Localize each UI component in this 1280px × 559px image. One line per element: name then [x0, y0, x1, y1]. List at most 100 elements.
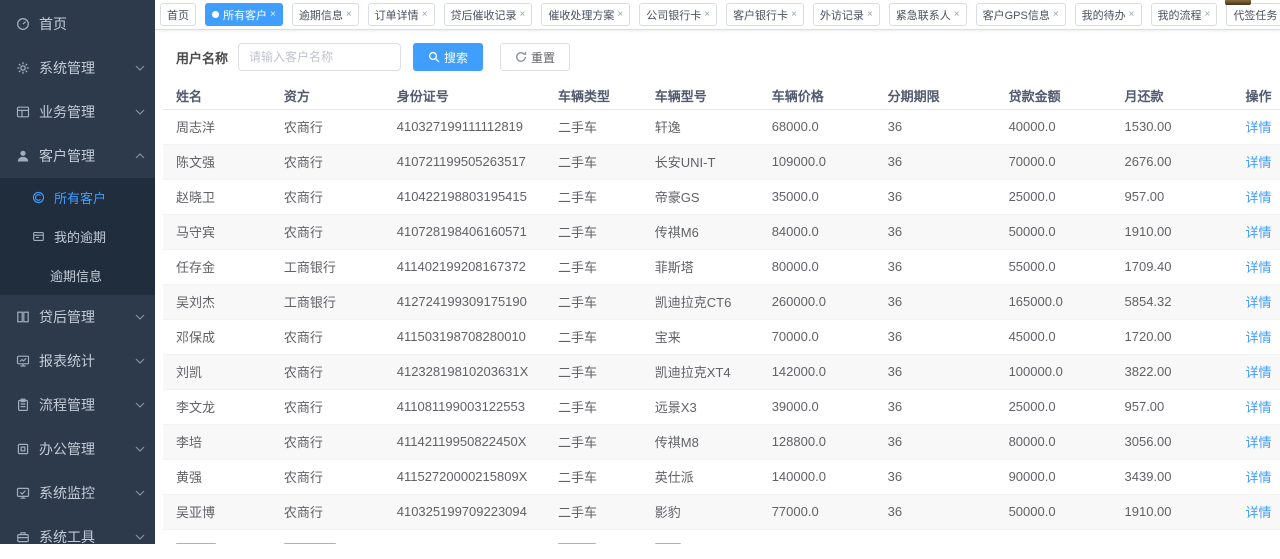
tab[interactable]: 客户GPS信息× [976, 3, 1066, 26]
cell-vehicle-type: 二手车 [545, 459, 642, 494]
office-icon [15, 441, 31, 457]
tab-label: 首页 [167, 7, 189, 23]
cell-loan-amount: 100000.0 [996, 354, 1112, 389]
close-icon[interactable]: × [1053, 10, 1059, 20]
sidebar-item-system-tools[interactable]: 系统工具 [0, 515, 155, 559]
detail-link[interactable]: 详情 [1245, 120, 1271, 135]
cell-name: 任存金 [163, 249, 271, 284]
sidebar-item-system-mgmt[interactable]: 系统管理 [0, 46, 155, 90]
sidebar-item-label: 流程管理 [39, 395, 135, 415]
cell-id-number: 410325199709223094 [384, 494, 545, 529]
cell-action: 详情 [1232, 179, 1280, 214]
close-icon[interactable]: × [954, 10, 960, 20]
tab[interactable]: 客户银行卡× [726, 3, 804, 26]
detail-link[interactable]: 详情 [1245, 505, 1271, 520]
tab[interactable]: 我的待办× [1075, 3, 1142, 26]
cell-id-number: 411081199003122553 [384, 389, 545, 424]
cell-vehicle-price: 39000.0 [759, 389, 875, 424]
cell-action: 详情 [1232, 459, 1280, 494]
detail-link[interactable]: 详情 [1245, 190, 1271, 205]
close-icon[interactable]: × [422, 10, 428, 20]
cell-funder: 农商行 [271, 354, 384, 389]
detail-link[interactable]: 详情 [1245, 435, 1271, 450]
sidebar-item-all-customers[interactable]: 所有客户 [0, 178, 155, 217]
detail-link[interactable]: 详情 [1245, 260, 1271, 275]
tab[interactable]: 订单详情× [368, 3, 435, 26]
cell-funder: 农商行 [271, 319, 384, 354]
detail-link[interactable]: 详情 [1245, 155, 1271, 170]
sidebar-item-system-monitor[interactable]: 系统监控 [0, 471, 155, 515]
sidebar-item-office-mgmt[interactable]: 办公管理 [0, 427, 155, 471]
tab[interactable]: 外访记录× [813, 3, 880, 26]
detail-link[interactable]: 详情 [1245, 295, 1271, 310]
cell-vehicle-model: 宝来 [642, 319, 759, 354]
detail-link[interactable]: 详情 [1245, 225, 1271, 240]
dashboard-icon [15, 16, 31, 32]
cell-loan-amount: 50000.0 [996, 214, 1112, 249]
sidebar-item-customer-mgmt[interactable]: 客户管理 [0, 134, 155, 178]
tab-label: 我的待办 [1082, 7, 1126, 23]
close-icon[interactable]: × [704, 10, 710, 20]
table-body: 周志洋 农商行 410327199111112819 二手车 轩逸 68000.… [163, 109, 1280, 529]
cell-monthly-payment: 3822.00 [1112, 354, 1233, 389]
sidebar-item-overdue-info[interactable]: 逾期信息 [0, 256, 155, 295]
close-icon[interactable]: × [270, 10, 276, 20]
close-icon[interactable]: × [617, 10, 623, 20]
close-icon[interactable]: × [346, 10, 352, 20]
sidebar-item-process-mgmt[interactable]: 流程管理 [0, 383, 155, 427]
sidebar-item-report-stats[interactable]: 报表统计 [0, 339, 155, 383]
tab-label: 逾期信息 [299, 7, 343, 23]
detail-link[interactable]: 详情 [1245, 365, 1271, 380]
main-content: 用户名称 搜索 重置 姓名资方身份证号车辆类型车辆型号车辆价格分期期限贷款金额月… [155, 30, 1280, 544]
cell-vehicle-price: 84000.0 [759, 214, 875, 249]
column-header: 月还款 [1112, 83, 1233, 109]
tab-label: 催收处理方案 [548, 7, 614, 23]
cell-vehicle-model: 菲斯塔 [642, 249, 759, 284]
tab[interactable]: 公司银行卡× [639, 3, 717, 26]
close-icon[interactable]: × [520, 10, 526, 20]
cell-action: 详情 [1232, 424, 1280, 459]
cell-vehicle-type: 二手车 [545, 179, 642, 214]
cell-term: 36 [875, 319, 996, 354]
tabs-bar: 首页 所有客户× 逾期信息× 订单详情× 贷后催收记录× 催收处理方案× 公司银… [155, 0, 1280, 30]
cell-id-number: 410728198406160571 [384, 214, 545, 249]
circle-c-icon [30, 190, 46, 206]
sidebar-item-my-overdue[interactable]: 我的逾期 [0, 217, 155, 256]
sidebar-item-business-mgmt[interactable]: 业务管理 [0, 90, 155, 134]
cell-vehicle-type: 二手车 [545, 494, 642, 529]
tab[interactable]: 紧急联系人× [889, 3, 967, 26]
customer-name-input[interactable] [238, 43, 401, 71]
cell-name: 李培 [163, 424, 271, 459]
column-header: 贷款金额 [996, 83, 1112, 109]
tab[interactable]: 首页 [160, 3, 196, 26]
close-icon[interactable]: × [1129, 10, 1135, 20]
column-header: 分期期限 [875, 83, 996, 109]
cell-monthly-payment: 3056.00 [1112, 424, 1233, 459]
cell-id-number: 410327199111112819 [384, 109, 545, 144]
tab[interactable]: 我的流程× [1151, 3, 1218, 26]
tab[interactable]: 代签任务× [1226, 3, 1280, 26]
cell-funder: 农商行 [271, 424, 384, 459]
cell-vehicle-price: 260000.0 [759, 284, 875, 319]
tab[interactable]: 所有客户× [205, 3, 283, 26]
cell-funder: 农商行 [271, 179, 384, 214]
cell-action: 详情 [1232, 249, 1280, 284]
table-row: 吴亚博 农商行 410325199709223094 二手车 影豹 77000.… [163, 494, 1280, 529]
search-button[interactable]: 搜索 [413, 43, 483, 71]
sidebar-item-home[interactable]: 首页 [0, 2, 155, 46]
tab[interactable]: 逾期信息× [292, 3, 359, 26]
close-icon[interactable]: × [867, 10, 873, 20]
tab-label: 客户银行卡 [733, 7, 788, 23]
detail-link[interactable]: 详情 [1245, 330, 1271, 345]
close-icon[interactable]: × [791, 10, 797, 20]
chevron-up-icon [135, 153, 147, 159]
tab[interactable]: 催收处理方案× [541, 3, 630, 26]
detail-link[interactable]: 详情 [1245, 470, 1271, 485]
cell-name: 吴刘杰 [163, 284, 271, 319]
reset-button[interactable]: 重置 [500, 43, 570, 71]
close-icon[interactable]: × [1205, 10, 1211, 20]
detail-link[interactable]: 详情 [1245, 400, 1271, 415]
chevron-down-icon [135, 534, 147, 540]
tab[interactable]: 贷后催收记录× [444, 3, 533, 26]
sidebar-item-postloan-mgmt[interactable]: 贷后管理 [0, 295, 155, 339]
